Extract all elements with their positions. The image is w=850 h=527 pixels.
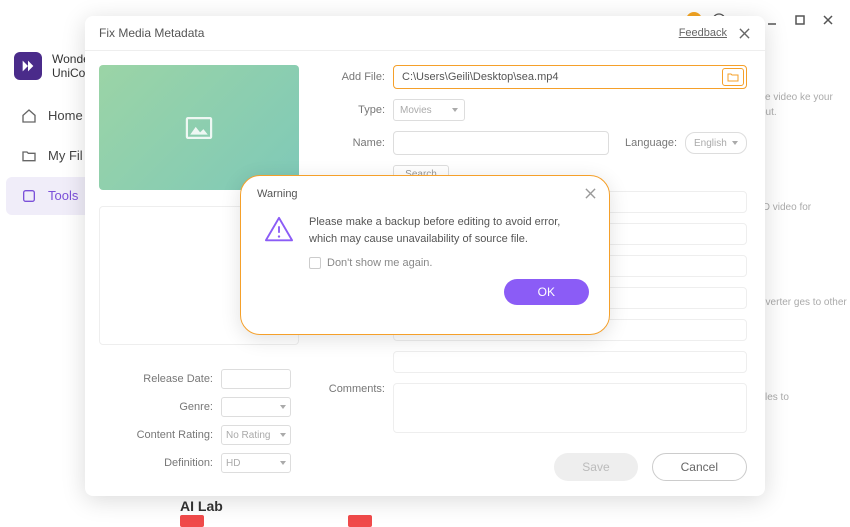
type-label: Type: [309, 104, 385, 116]
sidebar-item-label: Home [48, 108, 83, 123]
checkbox-label: Don't show me again. [327, 257, 432, 269]
brand-logo-icon [14, 52, 42, 80]
name-input[interactable] [393, 131, 609, 155]
language-select[interactable]: English [685, 132, 747, 154]
content-rating-select[interactable]: No Rating [221, 425, 291, 445]
dont-show-checkbox[interactable]: Don't show me again. [309, 257, 587, 269]
add-file-input[interactable]: C:\Users\Geili\Desktop\sea.mp4 [393, 65, 747, 89]
warning-title: Warning [257, 188, 593, 200]
chevron-down-icon [452, 108, 458, 112]
maximize-button[interactable] [790, 10, 810, 30]
warning-close-icon[interactable] [583, 186, 597, 200]
warning-triangle-icon [263, 214, 295, 246]
dialog-title: Fix Media Metadata [99, 26, 204, 40]
dialog-close-icon[interactable] [737, 26, 751, 40]
add-file-label: Add File: [309, 71, 385, 83]
meta-form: Release Date: Genre: Content Rating: No … [99, 361, 291, 481]
dialog-footer: Save Cancel [309, 443, 747, 481]
ok-button[interactable]: OK [504, 279, 589, 305]
comments-label: Comments: [309, 383, 385, 395]
save-button[interactable]: Save [554, 453, 637, 481]
chevron-down-icon [280, 405, 286, 409]
image-placeholder-icon [185, 117, 213, 139]
background-snippets: se video ke your out. ID video for nvert… [760, 90, 850, 485]
feedback-link[interactable]: Feedback [679, 27, 727, 39]
ai-lab-heading: AI Lab [180, 498, 223, 514]
browse-folder-button[interactable] [722, 68, 744, 86]
definition-label: Definition: [164, 457, 213, 469]
language-label: Language: [625, 137, 677, 149]
video-preview [99, 65, 299, 190]
metadata-field[interactable] [393, 351, 747, 373]
chevron-down-icon [280, 461, 286, 465]
hot-tag-icon [348, 515, 372, 527]
sidebar-item-label: Tools [48, 188, 78, 203]
warning-message: Please make a backup before editing to a… [309, 214, 587, 247]
tools-icon [20, 187, 38, 205]
cancel-button[interactable]: Cancel [652, 453, 747, 481]
comments-input[interactable] [393, 383, 747, 433]
folder-icon [20, 147, 38, 165]
release-date-label: Release Date: [143, 373, 213, 385]
minimize-button[interactable] [762, 10, 782, 30]
close-button[interactable] [818, 10, 838, 30]
release-date-input[interactable] [221, 369, 291, 389]
dialog-header: Fix Media Metadata Feedback [85, 16, 765, 51]
content-rating-label: Content Rating: [137, 429, 213, 441]
chevron-down-icon [280, 433, 286, 437]
genre-select[interactable] [221, 397, 291, 417]
genre-label: Genre: [179, 401, 213, 413]
hot-tag-icon [180, 515, 204, 527]
chevron-down-icon [732, 141, 738, 145]
type-select[interactable]: Movies [393, 99, 465, 121]
name-label: Name: [309, 137, 385, 149]
definition-select[interactable]: HD [221, 453, 291, 473]
home-icon [20, 107, 38, 125]
checkbox-icon [309, 257, 321, 269]
sidebar-item-label: My Fil [48, 148, 83, 163]
warning-modal: Warning Please make a backup before edit… [240, 175, 610, 335]
